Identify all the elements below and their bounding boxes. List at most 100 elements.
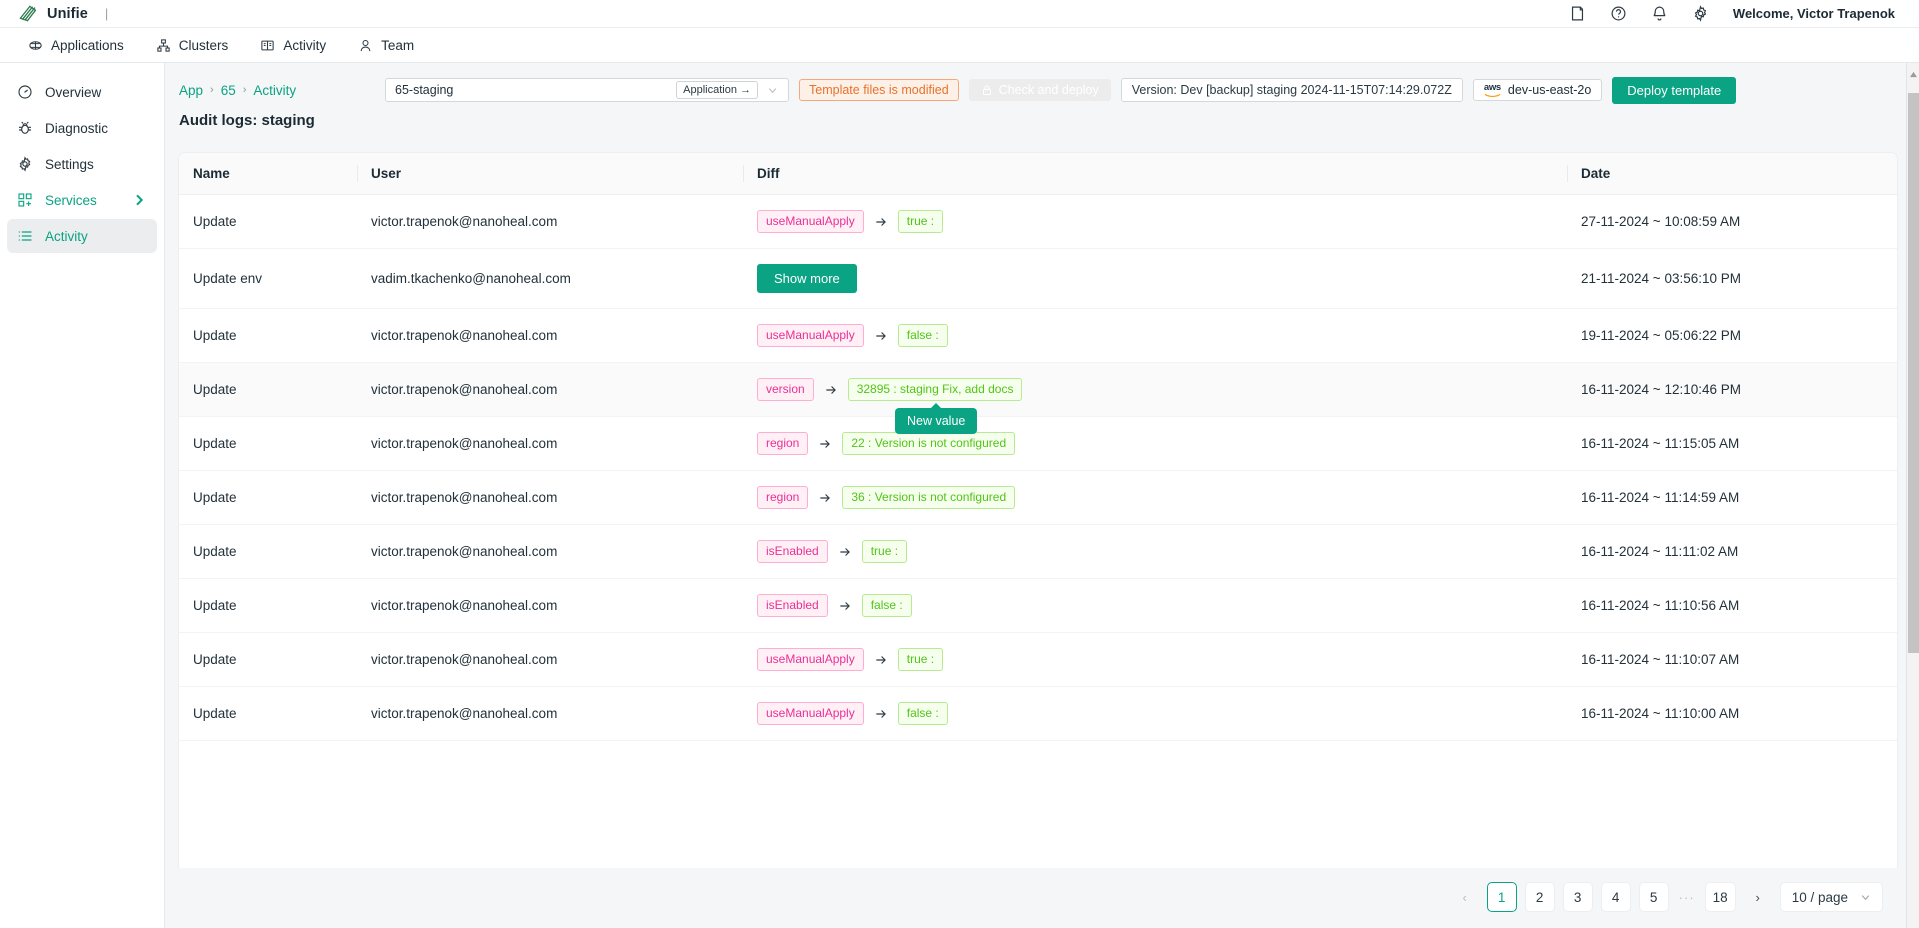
app-selector-chevron[interactable] [758,85,786,96]
diff-key-tag[interactable]: useManualApply [757,702,864,725]
scrollbar-thumb[interactable] [1908,93,1919,653]
diff-key-tag[interactable]: isEnabled [757,540,828,563]
diff-value-tag[interactable]: 36 : Version is not configured [842,486,1016,509]
template-modified-badge[interactable]: Template files is modified [799,79,959,101]
breadcrumb-item-activity[interactable]: Activity [253,83,296,98]
pagination-prev[interactable]: ‹ [1451,883,1479,911]
brand-name: Unifie [47,5,88,22]
pagination-page-2[interactable]: 2 [1524,882,1555,912]
diff-value-tag[interactable]: false : [897,324,948,347]
aws-swoosh-icon [1484,94,1501,98]
cell-name: Update [179,632,357,687]
sidebar-item-diagnostic[interactable]: Diagnostic [7,111,157,145]
table-row[interactable]: Update victor.trapenok@nanoheal.com isEn… [179,578,1897,633]
diff-value-tag[interactable]: true : [897,648,944,671]
toolbar: App › 65 › Activity 65-staging Applicati… [165,63,1919,107]
pagination-page-5[interactable]: 5 [1638,882,1669,912]
nav-item-activity[interactable]: Activity [246,33,340,58]
diff-key-tag[interactable]: useManualApply [757,648,864,671]
table-row[interactable]: Update env vadim.tkachenko@nanoheal.com … [179,248,1897,309]
pagination-ellipsis[interactable]: ··· [1677,890,1697,905]
nav-item-applications[interactable]: Applications [14,33,138,58]
breadcrumb-item-65[interactable]: 65 [221,83,236,98]
aws-logo-text: aws [1483,81,1501,93]
diff-pair: useManualApply false : [757,324,1553,347]
diff-pair: region 22 : Version is not configured [757,432,1553,455]
docs-icon[interactable] [1569,5,1586,22]
page-scrollbar[interactable] [1906,63,1919,928]
table-row[interactable]: Update victor.trapenok@nanoheal.com useM… [179,686,1897,741]
nav-label: Team [381,37,415,53]
diff-key-tag[interactable]: version [757,378,814,401]
table-row[interactable]: Update victor.trapenok@nanoheal.com useM… [179,632,1897,687]
table-row[interactable]: Update victor.trapenok@nanoheal.com regi… [179,470,1897,525]
table-row[interactable]: Update victor.trapenok@nanoheal.com regi… [179,416,1897,471]
cell-date: 16-11-2024 ~ 11:10:00 AM [1567,686,1897,741]
sidebar-item-label: Settings [45,156,94,172]
column-header-diff[interactable]: Diff [743,153,1567,195]
table-row[interactable]: Update victor.trapenok@nanoheal.com useM… [179,194,1897,249]
breadcrumb-separator: › [210,84,214,96]
brand-left[interactable]: Unifie | [18,4,108,23]
column-header-user[interactable]: User [357,153,743,195]
arrow-right-icon [864,707,898,721]
diff-key-tag[interactable]: useManualApply [757,210,864,233]
pagination-page-1[interactable]: 1 [1486,882,1517,912]
sidebar-item-services[interactable]: Services [7,183,157,217]
pagination-next[interactable]: › [1744,883,1772,911]
cell-name: Update [179,578,357,633]
cell-name: Update env [179,248,357,309]
diff-value-tag[interactable]: false : [897,702,948,725]
table-row[interactable]: Update victor.trapenok@nanoheal.com vers… [179,362,1897,434]
help-circle-icon[interactable] [1610,5,1627,22]
pagination-page-last[interactable]: 18 [1704,882,1736,912]
column-header-date[interactable]: Date [1567,153,1897,195]
pagination-page-3[interactable]: 3 [1562,882,1593,912]
diff-value-tag[interactable]: 22 : Version is not configured [842,432,1016,455]
show-more-button[interactable]: Show more [757,264,857,293]
arrow-right-icon [808,437,842,451]
diff-key-tag[interactable]: useManualApply [757,324,864,347]
bell-icon[interactable] [1651,5,1668,22]
diff-pair: isEnabled true : [757,540,1553,563]
cell-diff: isEnabled true : [743,524,1567,579]
sidebar-item-activity[interactable]: Activity [7,219,157,253]
table-body: Update victor.trapenok@nanoheal.com useM… [179,194,1897,741]
application-link-button[interactable]: Application → [676,81,758,99]
diff-key-tag[interactable]: region [757,432,809,455]
breadcrumb: App › 65 › Activity [179,83,375,98]
table-row[interactable]: Update victor.trapenok@nanoheal.com isEn… [179,524,1897,579]
breadcrumb-item-app[interactable]: App [179,83,203,98]
diff-key-tag[interactable]: isEnabled [757,594,828,617]
sidebar-item-overview[interactable]: Overview [7,75,157,109]
breadcrumb-separator: › [242,84,247,96]
diff-value-tag[interactable]: false : [861,594,912,617]
scroll-up-arrow-icon[interactable] [1909,71,1918,78]
sidebar-item-settings[interactable]: Settings [7,147,157,181]
diff-value-tag[interactable]: true : [861,540,908,563]
aws-logo-icon: aws [1484,83,1501,98]
diff-value-tag[interactable]: 32895 : staging Fix, add docs [847,378,1023,401]
blocks-icon [18,193,32,207]
cell-user: victor.trapenok@nanoheal.com [357,308,743,363]
diff-key-tag[interactable]: region [757,486,809,509]
version-box[interactable]: Version: Dev [backup] staging 2024-11-15… [1120,78,1463,102]
arrow-right-icon [814,383,848,397]
app-selector[interactable]: 65-staging Application → [385,78,789,102]
chevron-down-icon [1861,894,1870,900]
sidebar-item-label: Services [45,192,97,208]
nav-item-team[interactable]: Team [344,33,428,58]
column-header-name[interactable]: Name [179,153,357,195]
cell-diff: isEnabled false : [743,578,1567,633]
diff-value-tag[interactable]: true : [897,210,944,233]
pagination-page-4[interactable]: 4 [1600,882,1631,912]
nav-item-clusters[interactable]: Clusters [142,33,243,58]
cell-name: Update [179,416,357,471]
cell-name: Update [179,686,357,741]
aws-region-badge[interactable]: aws dev-us-east-2o [1472,78,1603,102]
page-size-selector[interactable]: 10 / page [1779,882,1883,912]
deploy-template-button[interactable]: Deploy template [1612,76,1737,104]
team-user-icon [360,39,371,51]
table-row[interactable]: Update victor.trapenok@nanoheal.com useM… [179,308,1897,363]
gear-icon[interactable] [1692,5,1709,22]
